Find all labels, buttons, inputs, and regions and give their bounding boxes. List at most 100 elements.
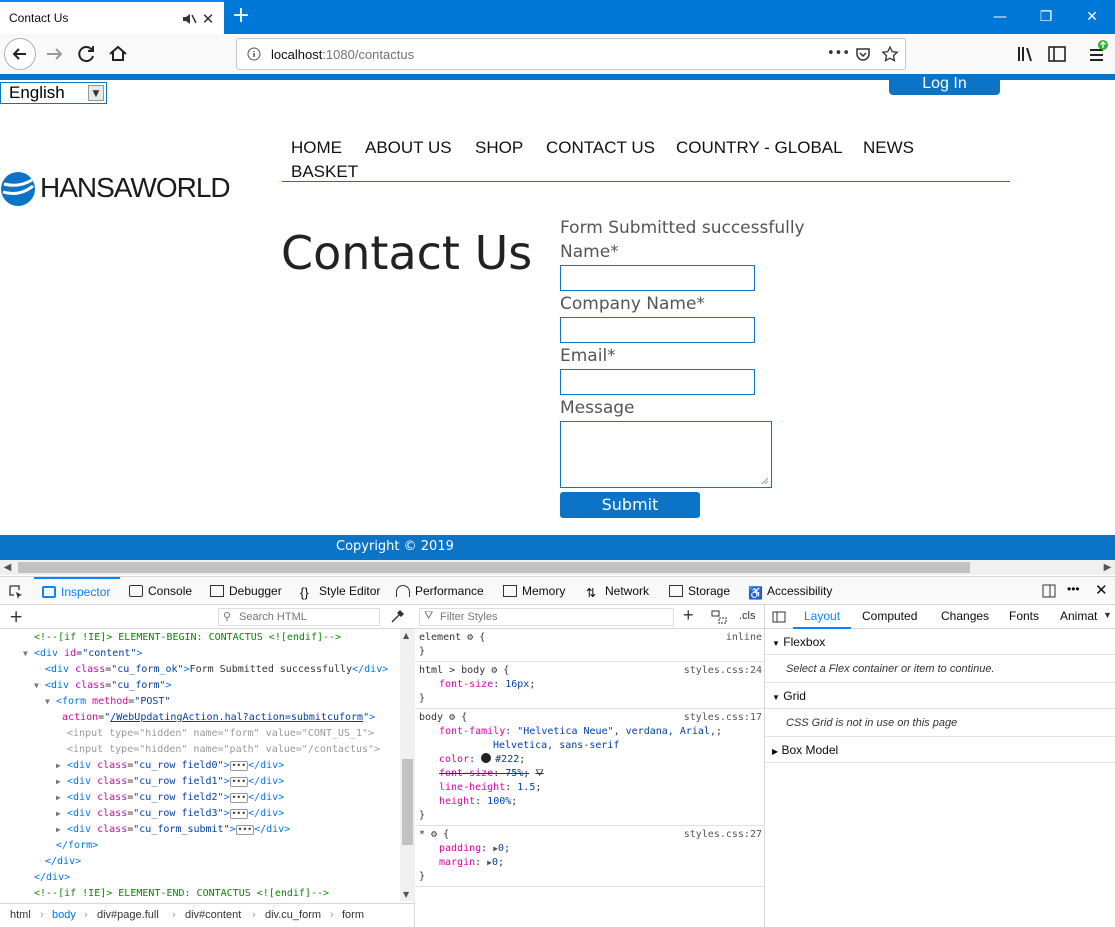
tab-computed[interactable]: Computed xyxy=(862,609,917,623)
box-model-section-header[interactable]: ▶ Box Model xyxy=(765,737,1115,763)
crumb-body[interactable]: body xyxy=(52,904,76,926)
library-icon[interactable] xyxy=(1012,40,1040,68)
rule-source-link[interactable]: styles.css:27 xyxy=(684,828,762,842)
browser-tab[interactable]: Contact Us ✕ xyxy=(0,0,224,34)
markup-node[interactable]: ▶ <div class="cu_row field2"> ••• </div> xyxy=(56,790,284,806)
expand-right-icon[interactable]: ▶ xyxy=(493,844,498,853)
css-declaration[interactable]: font-size: 75%; ⛛ xyxy=(439,767,544,781)
markup-node[interactable]: <input type="hidden" name="path" value="… xyxy=(67,742,380,758)
dock-icon[interactable] xyxy=(1042,584,1056,598)
markup-node[interactable]: <!--[if !IE]> ELEMENT-BEGIN: CONTACTUS <… xyxy=(34,630,341,646)
rule-selector[interactable]: body ⚙ { xyxy=(419,711,467,725)
tab-inspector[interactable]: Inspector xyxy=(34,577,120,605)
tab-performance[interactable]: Performance xyxy=(396,577,484,605)
resize-grip-icon[interactable] xyxy=(761,477,769,485)
language-select[interactable]: English ▼ xyxy=(0,82,107,104)
tab-fonts[interactable]: Fonts xyxy=(1009,609,1039,623)
eyedropper-icon[interactable] xyxy=(390,609,405,624)
collapsed-node-icon[interactable]: ▶ xyxy=(56,774,64,790)
tab-close-icon[interactable]: ✕ xyxy=(200,11,216,27)
nav-shop[interactable]: SHOP xyxy=(475,138,523,158)
info-icon[interactable] xyxy=(247,47,261,61)
css-declaration[interactable]: font-family: "Helvetica Neue", verdana, … xyxy=(439,725,722,739)
search-html-input[interactable]: ⚲ Search HTML xyxy=(218,608,380,626)
pseudo-class-icon[interactable] xyxy=(711,610,727,624)
markup-node[interactable]: ▶ <div class="cu_row field1"> ••• </div> xyxy=(56,774,284,790)
collapsed-node-icon[interactable]: ▶ xyxy=(56,806,64,822)
css-declaration[interactable]: padding: ▶0; xyxy=(439,842,510,856)
gear-icon[interactable]: ⚙ xyxy=(449,712,455,723)
tab-animations[interactable]: Animat xyxy=(1060,609,1097,623)
nav-basket[interactable]: BASKET xyxy=(291,162,358,182)
back-button[interactable] xyxy=(4,38,36,70)
css-declaration[interactable]: line-height: 1.5; xyxy=(439,781,541,795)
tab-memory[interactable]: Memory xyxy=(503,577,565,605)
forward-arrow-icon[interactable] xyxy=(40,40,68,68)
css-declaration[interactable]: font-size: 16px; xyxy=(439,678,535,692)
tab-storage[interactable]: Storage xyxy=(669,577,730,605)
nav-home[interactable]: HOME xyxy=(291,138,342,158)
filter-icon[interactable]: ⛛ xyxy=(535,768,543,779)
scroll-right-icon[interactable]: ▶ xyxy=(1100,560,1115,575)
markup-node[interactable]: <div class="cu_form_ok">Form Submitted s… xyxy=(45,662,388,678)
name-field[interactable] xyxy=(560,265,755,291)
rule-source-link[interactable]: styles.css:17 xyxy=(684,711,762,725)
tab-style-editor[interactable]: {} Style Editor xyxy=(300,577,380,605)
rule-source-link[interactable]: inline xyxy=(726,631,762,645)
gear-icon[interactable]: ⚙ xyxy=(467,632,473,643)
nav-contact-us[interactable]: CONTACT US xyxy=(546,138,655,158)
collapsed-node-icon[interactable]: ▶ xyxy=(56,822,64,838)
pocket-icon[interactable] xyxy=(855,46,871,62)
expanded-node-icon[interactable]: ▼ xyxy=(23,646,31,662)
nav-news[interactable]: NEWS xyxy=(863,138,914,158)
css-declaration[interactable]: color: #222; xyxy=(439,753,525,767)
new-tab-icon[interactable]: + xyxy=(230,5,252,27)
nav-about-us[interactable]: ABOUT US xyxy=(365,138,452,158)
company-name-field[interactable] xyxy=(560,317,755,343)
markup-node[interactable]: ▶ <div class="cu_form_submit"> ••• </div> xyxy=(56,822,290,838)
hansaworld-logo[interactable]: HANSAWORLD xyxy=(0,168,255,208)
markup-node[interactable]: ▼ <div class="cu_form"> xyxy=(34,678,171,694)
css-declaration[interactable]: height: 100%; xyxy=(439,795,517,809)
expand-right-icon[interactable]: ▶ xyxy=(487,858,492,867)
minimize-icon[interactable]: — xyxy=(989,6,1011,28)
markup-node[interactable]: </div> xyxy=(34,870,70,886)
expanded-node-icon[interactable]: ▼ xyxy=(45,694,53,710)
markup-node[interactable]: ▼ <div id="content"> xyxy=(23,646,142,662)
more-options-icon[interactable]: ••• xyxy=(1067,582,1080,596)
tab-layout[interactable]: Layout xyxy=(804,609,840,623)
muted-speaker-icon[interactable] xyxy=(181,11,197,27)
overflow-chevron-icon[interactable]: ▼ xyxy=(1103,610,1112,620)
rule-source-link[interactable]: styles.css:24 xyxy=(684,664,762,678)
collapsed-node-icon[interactable]: ▶ xyxy=(56,758,64,774)
markup-tree[interactable]: <!--[if !IE]> ELEMENT-BEGIN: CONTACTUS <… xyxy=(0,629,400,899)
devtools-close-icon[interactable]: ✕ xyxy=(1095,581,1108,599)
markup-node[interactable]: ▶ <div class="cu_row field0"> ••• </div> xyxy=(56,758,284,774)
markup-node[interactable]: <!--[if !IE]> ELEMENT-END: CONTACTUS <![… xyxy=(34,886,329,899)
markup-node[interactable]: action="/WebUpdatingAction.hal?action=su… xyxy=(56,710,375,726)
nav-country-global[interactable]: COUNTRY - GLOBAL xyxy=(676,138,843,158)
markup-scroll-thumb[interactable] xyxy=(402,759,413,845)
flexbox-section-header[interactable]: ▼ Flexbox xyxy=(765,629,1115,655)
rule-selector[interactable]: * ⚙ { xyxy=(419,828,449,842)
css-declaration[interactable]: margin: ▶0; xyxy=(439,856,504,870)
login-button[interactable]: Log In xyxy=(889,74,1000,95)
scroll-up-icon[interactable]: ▲ xyxy=(403,631,409,640)
crumb-html[interactable]: html xyxy=(10,904,31,926)
cls-toggle[interactable]: .cls xyxy=(739,610,756,622)
window-close-icon[interactable]: ✕ xyxy=(1081,6,1103,28)
menu-icon[interactable] xyxy=(1083,40,1111,68)
rule-selector[interactable]: html > body ⚙ { xyxy=(419,664,509,678)
message-textarea[interactable] xyxy=(560,421,772,488)
rule-selector[interactable]: element ⚙ { xyxy=(419,631,485,645)
reload-icon[interactable] xyxy=(72,40,100,68)
tab-console[interactable]: Console xyxy=(129,577,192,605)
bookmark-star-icon[interactable] xyxy=(881,45,899,63)
horizontal-scrollbar[interactable]: ◀ ▶ xyxy=(0,560,1115,575)
home-icon[interactable] xyxy=(104,40,132,68)
collapsed-node-icon[interactable]: ▶ xyxy=(56,790,64,806)
markup-node[interactable]: <input type="hidden" name="form" value="… xyxy=(67,726,374,742)
scroll-down-icon[interactable]: ▼ xyxy=(403,890,409,899)
tab-accessibility[interactable]: ♿ Accessibility xyxy=(748,577,832,605)
gear-icon[interactable]: ⚙ xyxy=(491,665,497,676)
